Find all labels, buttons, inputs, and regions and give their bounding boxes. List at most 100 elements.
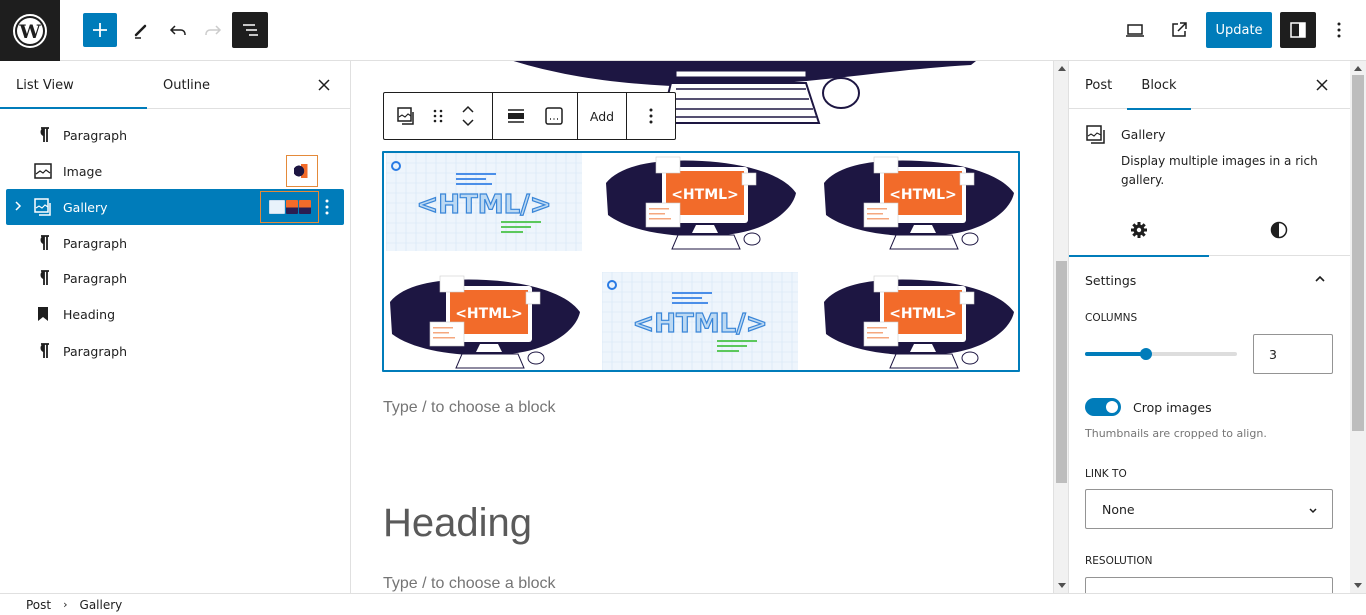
link-to-label: Link to xyxy=(1085,468,1127,480)
paragraph-placeholder[interactable]: Type / to choose a block xyxy=(383,399,556,417)
list-item-label: Paragraph xyxy=(63,235,128,251)
breadcrumb-post[interactable]: Post xyxy=(26,598,51,612)
html-computer-illustration: <HTML> xyxy=(606,156,796,250)
image-icon xyxy=(33,161,53,181)
gallery-icon xyxy=(397,107,414,125)
list-view-icon xyxy=(243,24,258,36)
block-toolbar: Add xyxy=(383,92,676,140)
view-post-button[interactable] xyxy=(1162,13,1196,47)
drag-handle[interactable] xyxy=(428,93,448,139)
align-button[interactable] xyxy=(493,93,539,139)
columns-input[interactable]: 3 xyxy=(1253,334,1333,374)
heading-block[interactable]: Heading xyxy=(383,501,532,546)
gallery-image[interactable]: <HTML> xyxy=(386,272,582,370)
update-button[interactable]: Update xyxy=(1206,12,1272,48)
list-item-gallery[interactable]: Gallery xyxy=(6,189,344,225)
scroll-up-arrow[interactable] xyxy=(1354,66,1362,71)
block-breadcrumb: Post › Gallery xyxy=(0,593,1366,615)
block-more-options-button[interactable] xyxy=(627,93,675,139)
gallery-image[interactable]: <HTML/> xyxy=(386,153,582,251)
list-item-paragraph[interactable]: Paragraph xyxy=(6,225,344,261)
scrollbar-thumb[interactable] xyxy=(1352,75,1364,431)
list-view-tabs: List View Outline xyxy=(0,61,350,109)
block-options-button[interactable] xyxy=(324,197,330,221)
list-item-label: Paragraph xyxy=(63,270,128,286)
crop-images-label: Crop images xyxy=(1133,400,1212,415)
contrast-icon xyxy=(1270,221,1288,239)
add-images-button[interactable]: Add xyxy=(578,93,626,139)
wordpress-logo[interactable]: W xyxy=(0,0,60,61)
redo-button[interactable] xyxy=(196,13,230,47)
html-banner-illustration: <HTML/> xyxy=(386,153,582,251)
gallery-image[interactable]: <HTML> xyxy=(602,153,798,251)
canvas-scrollbar[interactable] xyxy=(1053,61,1068,593)
list-view-toggle[interactable] xyxy=(232,12,268,48)
redo-icon xyxy=(205,25,222,35)
settings-sidebar: Post Block Gallery Display multiple imag… xyxy=(1068,61,1350,607)
breadcrumb-gallery[interactable]: Gallery xyxy=(80,598,123,612)
toolbar-group-block xyxy=(384,93,493,139)
align-wide-icon xyxy=(508,109,524,123)
close-icon xyxy=(318,79,330,91)
active-tab-indicator xyxy=(0,107,147,109)
link-to-select[interactable]: None xyxy=(1085,489,1333,529)
wordpress-icon: W xyxy=(13,13,47,48)
tab-post[interactable]: Post xyxy=(1085,61,1112,109)
scroll-down-arrow[interactable] xyxy=(1058,583,1066,588)
close-list-view-button[interactable] xyxy=(312,73,336,97)
undo-button[interactable] xyxy=(161,13,195,47)
svg-text:<HTML>: <HTML> xyxy=(889,187,957,203)
tab-settings[interactable] xyxy=(1069,204,1209,257)
list-item-label: Image xyxy=(63,163,103,179)
tab-styles[interactable] xyxy=(1209,204,1349,256)
editor-canvas: Add <HTML/> <HTML> <HTML> <HTML> <HTML/>… xyxy=(351,61,1053,593)
list-item-paragraph[interactable]: Paragraph xyxy=(6,260,344,296)
columns-slider[interactable] xyxy=(1085,348,1237,360)
block-type-button[interactable] xyxy=(384,93,428,139)
desktop-preview-icon xyxy=(1126,24,1144,37)
caption-button[interactable] xyxy=(539,93,569,139)
settings-panel-toggle[interactable]: Settings xyxy=(1069,257,1350,305)
paragraph-icon xyxy=(33,233,53,253)
paragraph-placeholder[interactable]: Type / to choose a block xyxy=(383,575,556,593)
html-banner-illustration: <HTML/> xyxy=(602,272,798,370)
scrollbar-thumb[interactable] xyxy=(1056,261,1067,483)
pencil-icon xyxy=(134,24,147,39)
gallery-image[interactable]: <HTML> xyxy=(820,272,1016,370)
options-button[interactable] xyxy=(1322,13,1356,47)
list-item-image[interactable]: Image xyxy=(6,153,344,189)
tab-list-view[interactable]: List View xyxy=(16,61,74,109)
expand-chevron-icon[interactable] xyxy=(14,200,22,216)
resolution-label: Resolution xyxy=(1085,555,1153,567)
settings-sidebar-toggle[interactable] xyxy=(1280,12,1316,48)
scroll-up-arrow[interactable] xyxy=(1058,66,1066,71)
move-buttons[interactable] xyxy=(448,93,488,139)
thumbnail xyxy=(298,200,311,214)
gallery-image[interactable]: <HTML/> xyxy=(602,272,798,370)
list-view-panel: List View Outline Paragraph Image Galler… xyxy=(0,61,351,593)
preview-button[interactable] xyxy=(1118,13,1152,47)
paragraph-icon xyxy=(33,268,53,288)
add-block-button[interactable] xyxy=(83,13,117,47)
gallery-image[interactable]: <HTML> xyxy=(820,153,1016,251)
chevron-up-icon xyxy=(1313,271,1327,290)
list-item-paragraph[interactable]: Paragraph xyxy=(6,117,344,153)
list-item-heading[interactable]: Heading xyxy=(6,296,344,332)
block-card: Gallery Display multiple images in a ric… xyxy=(1069,109,1350,204)
tab-block[interactable]: Block xyxy=(1127,61,1191,110)
tab-outline[interactable]: Outline xyxy=(163,61,210,109)
scroll-down-arrow[interactable] xyxy=(1354,583,1362,588)
html-computer-illustration: <HTML> xyxy=(390,275,580,369)
more-vertical-icon xyxy=(325,199,329,215)
slider-knob[interactable] xyxy=(1139,348,1152,360)
thumbnail xyxy=(268,200,285,214)
gallery-block[interactable]: <HTML/> <HTML> <HTML> <HTML> <HTML/> <HT… xyxy=(382,151,1020,372)
sidebar-scrollbar[interactable] xyxy=(1350,61,1366,593)
more-vertical-icon xyxy=(1337,22,1341,38)
svg-text:<HTML/>: <HTML/> xyxy=(416,190,551,220)
close-settings-button[interactable] xyxy=(1310,73,1334,97)
crop-images-toggle[interactable] xyxy=(1085,398,1121,416)
list-item-paragraph[interactable]: Paragraph xyxy=(6,333,344,369)
sidebar-icon xyxy=(1290,22,1306,38)
tools-button[interactable] xyxy=(124,13,158,47)
